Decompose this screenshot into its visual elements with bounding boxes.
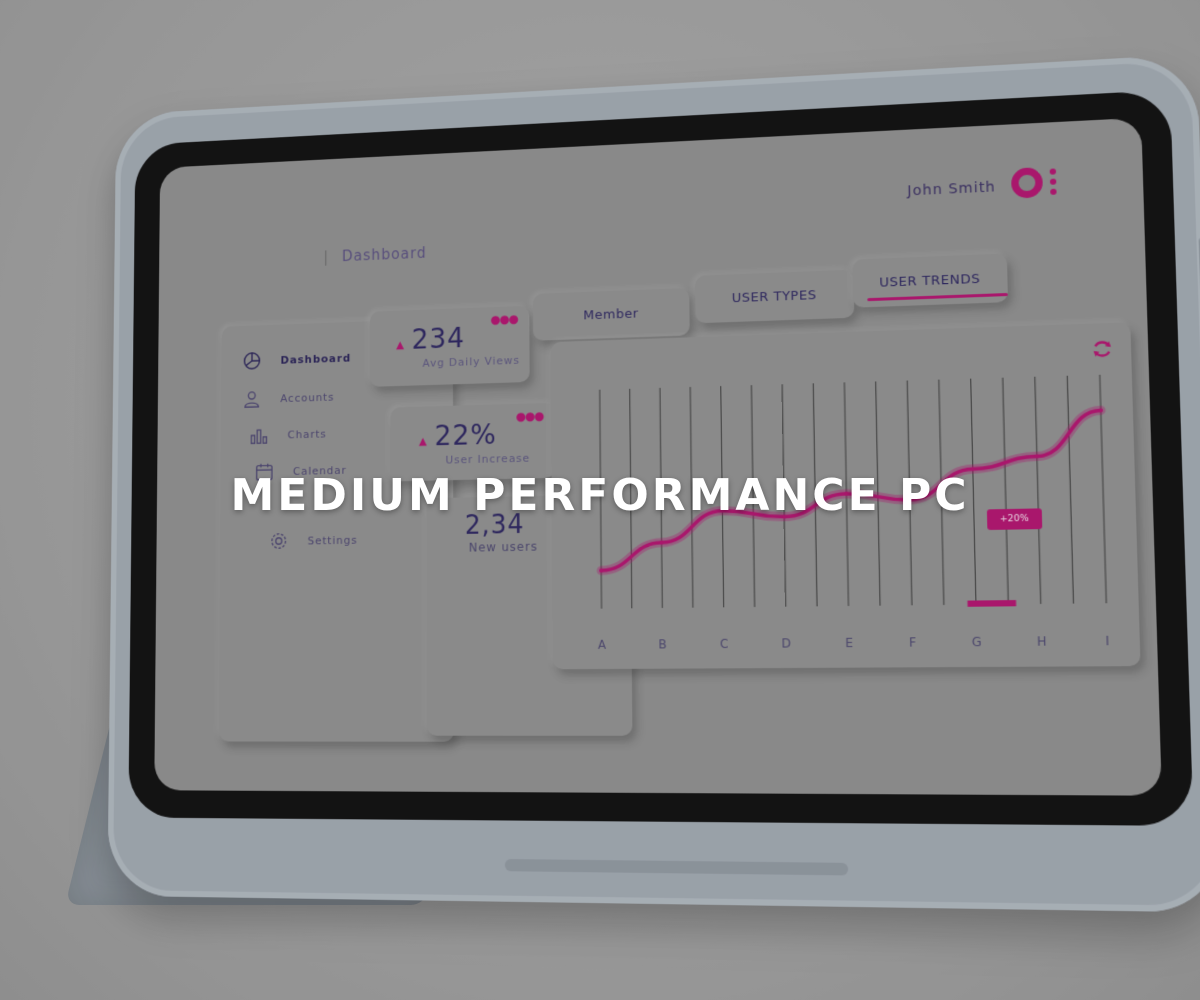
sidebar-item-label: Settings: [307, 533, 358, 547]
sidebar-item-dashboard[interactable]: Dashboard: [242, 347, 351, 372]
breadcrumb: | Dashboard: [323, 244, 426, 266]
user-name: John Smith: [907, 179, 996, 200]
x-tick-label: C: [720, 636, 729, 651]
stat-card-daily-views: ●●● ▲ 234 Avg Daily Views: [369, 305, 530, 387]
trend-up-icon: ▲: [396, 338, 405, 352]
x-tick-label: F: [909, 635, 916, 650]
card-menu-icon[interactable]: ●●●: [491, 312, 518, 327]
avatar[interactable]: [1010, 167, 1044, 199]
tab-user-trends[interactable]: USER TRENDS: [852, 253, 1009, 308]
bar-chart-icon: [249, 424, 269, 446]
sidebar-item-label: Accounts: [280, 390, 335, 405]
x-tick-label: A: [598, 637, 606, 652]
sidebar-item-label: Charts: [287, 427, 327, 441]
stat-value: 234: [411, 321, 466, 356]
screen-bezel: John Smith | Dashboard Dashboard Accounts: [128, 89, 1194, 826]
gear-icon: [269, 530, 290, 552]
user-icon: [242, 388, 262, 410]
x-tick-label: H: [1037, 634, 1047, 649]
trend-up-icon: ▲: [418, 434, 427, 448]
x-tick-label: I: [1105, 633, 1109, 648]
sidebar-item-settings[interactable]: Settings: [269, 529, 358, 552]
tab-member[interactable]: Member: [533, 287, 690, 341]
sidebar-item-accounts[interactable]: Accounts: [242, 386, 335, 410]
stat-label: Avg Daily Views: [422, 353, 520, 370]
x-tick-label: D: [782, 636, 792, 651]
more-menu-icon[interactable]: [1049, 168, 1059, 195]
x-tick-label: B: [659, 637, 667, 652]
breadcrumb-current: Dashboard: [341, 244, 427, 265]
tab-user-types[interactable]: USER TYPES: [694, 269, 855, 324]
card-menu-icon[interactable]: ●●●: [516, 409, 544, 424]
x-tick-label: E: [845, 635, 853, 650]
stat-value: 22%: [434, 418, 497, 453]
highlight-marker: [967, 600, 1017, 607]
x-tick-label: G: [972, 634, 982, 649]
pie-chart-icon: [242, 350, 262, 372]
sidebar-item-label: Dashboard: [280, 351, 352, 367]
sidebar-item-charts[interactable]: Charts: [249, 423, 327, 446]
breadcrumb-separator: |: [323, 248, 330, 266]
headline: MEDIUM PERFORMANCE PC: [230, 470, 970, 521]
dashboard-screen: John Smith | Dashboard Dashboard Accounts: [154, 117, 1162, 796]
stat-label: User Increase: [445, 451, 531, 467]
